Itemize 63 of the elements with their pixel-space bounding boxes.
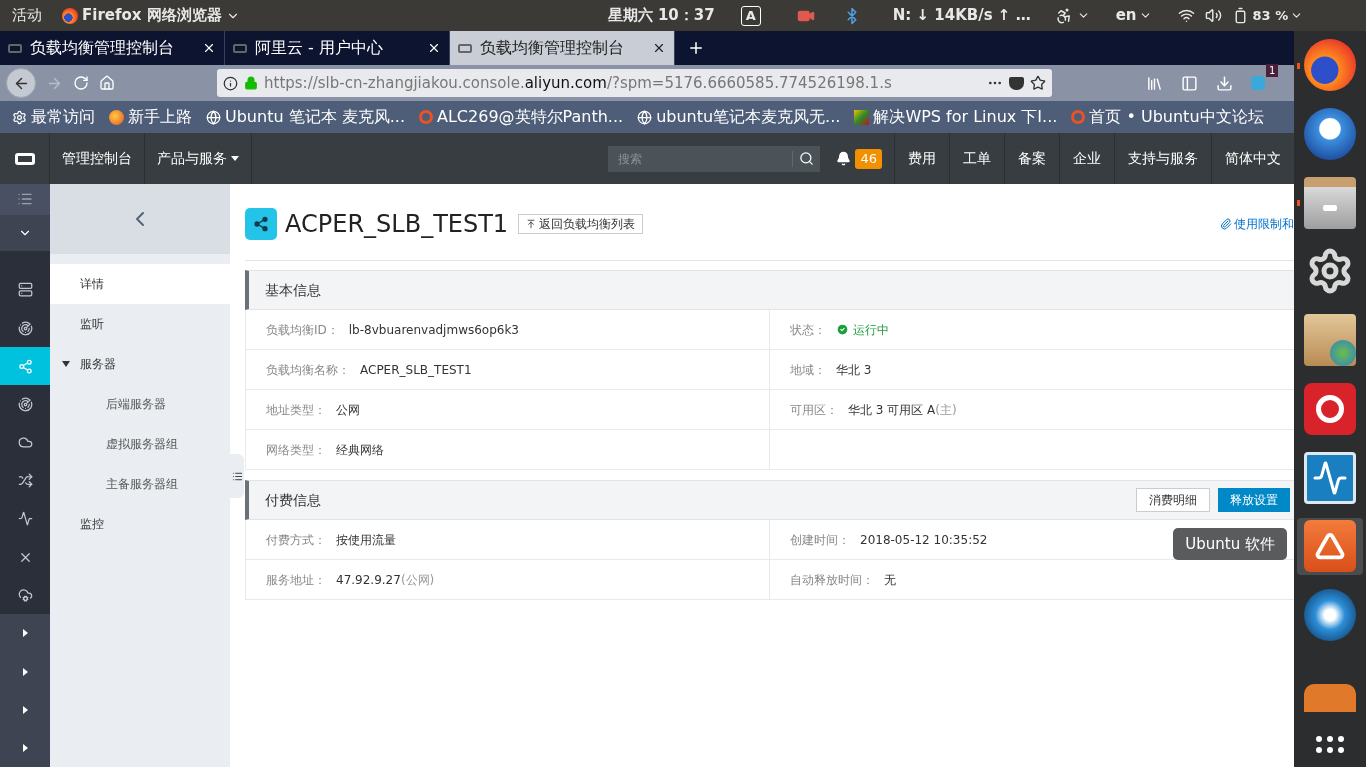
side-menu-item[interactable]: 后端服务器: [50, 384, 230, 424]
bookmark-item[interactable]: ubuntu笔记本麦克风无...: [637, 105, 841, 129]
bookmark-item[interactable]: 解决WPS for Linux 下I...: [854, 105, 1058, 129]
page-title: ACPER_SLB_TEST1: [285, 209, 509, 240]
back-to-list-button[interactable]: 返回负载均衡列表: [518, 214, 644, 234]
field-value: 47.92.9.27(公网): [336, 571, 435, 589]
bookmark-item[interactable]: 新手上路: [109, 105, 192, 129]
field-label: 地址类型：: [266, 401, 326, 419]
activities-button[interactable]: 活动: [12, 4, 42, 27]
side-menu-item[interactable]: 详情: [50, 264, 230, 304]
field-label: 自动释放时间：: [790, 571, 874, 589]
header-link[interactable]: 备案: [1004, 133, 1059, 184]
status-value: 运行中: [836, 320, 889, 339]
header-link[interactable]: 支持与服务: [1114, 133, 1211, 184]
field-label: 地域：: [790, 361, 826, 379]
side-menu-item[interactable]: 监听: [50, 304, 230, 344]
field-value: 按使用流量: [336, 531, 396, 549]
browser-tab[interactable]: 负载均衡管理控制台: [450, 31, 675, 65]
field-label: 创建时间：: [790, 531, 850, 549]
field-value: ACPER_SLB_TEST1: [360, 361, 472, 379]
field-value: 无: [884, 571, 896, 589]
field-label: 付费方式：: [266, 531, 326, 549]
field-value: 经典网络: [336, 441, 384, 459]
field-label: 可用区：: [790, 401, 838, 419]
bookmark-item[interactable]: Ubuntu 笔记本 麦克风...: [206, 105, 405, 129]
keyboard-indicator[interactable]: A: [740, 5, 761, 26]
header-link[interactable]: 费用: [894, 133, 949, 184]
side-menu-item[interactable]: 服务器: [50, 344, 230, 384]
clock[interactable]: 星期六 10：37: [607, 4, 715, 27]
field-value: 华北 3: [836, 361, 872, 379]
bookmark-item[interactable]: 首页 • Ubuntu中文论坛: [1071, 105, 1264, 129]
bookmark-item[interactable]: ALC269@英特尔Panth...: [419, 105, 624, 129]
section-action-button[interactable]: 消费明细: [1136, 488, 1210, 512]
section-title: 基本信息: [265, 280, 322, 300]
field-label: 负载均衡名称：: [266, 361, 350, 379]
extension-badge: 1: [1266, 64, 1279, 77]
field-label: 网络类型：: [266, 441, 326, 459]
field-label: 状态：: [790, 321, 826, 339]
field-label: 负载均衡ID：: [266, 321, 339, 339]
section-title: 付费信息: [265, 490, 322, 510]
field-value: 华北 3 可用区 A(主): [848, 401, 957, 419]
field-label: 服务地址：: [266, 571, 326, 589]
side-menu-item[interactable]: 监控: [50, 504, 230, 544]
header-link[interactable]: 企业: [1059, 133, 1114, 184]
app-menu[interactable]: Firefox 网络浏览器: [62, 4, 240, 27]
search-input[interactable]: 搜索: [608, 149, 793, 168]
side-menu-item[interactable]: 虚拟服务器组: [50, 424, 230, 464]
address-field[interactable]: https://slb-cn-zhangjiakou.console.aliyun.com/?spm=5176.6660585.774526198.1.s: [217, 69, 1052, 97]
search-field[interactable]: 搜索: [608, 145, 821, 172]
side-menu-item[interactable]: 主备服务器组: [50, 464, 230, 504]
app-tooltip: Ubuntu 软件: [1173, 527, 1287, 561]
field-value: 2018-05-12 10:35:52: [860, 531, 988, 549]
url-text: https://slb-cn-zhangjiakou.console.aliyun.com/?spm=5176.6660585.774526198.1.s: [264, 72, 893, 94]
header-link[interactable]: 工单: [949, 133, 1004, 184]
network-speed[interactable]: N: ↓ 14KB/s ↑ …: [892, 4, 1031, 27]
language-indicator[interactable]: en: [1115, 4, 1137, 27]
notification-count: 46: [855, 148, 882, 169]
field-value: lb-8vbuarenvadjmws6op6k3: [348, 321, 519, 339]
section-action-button[interactable]: 释放设置: [1218, 488, 1290, 512]
bookmark-item[interactable]: 最常访问: [12, 105, 95, 129]
help-link[interactable]: 使用限制和: [1220, 215, 1294, 233]
battery-level[interactable]: 83 %: [1252, 5, 1289, 26]
field-value: 公网: [336, 401, 360, 419]
